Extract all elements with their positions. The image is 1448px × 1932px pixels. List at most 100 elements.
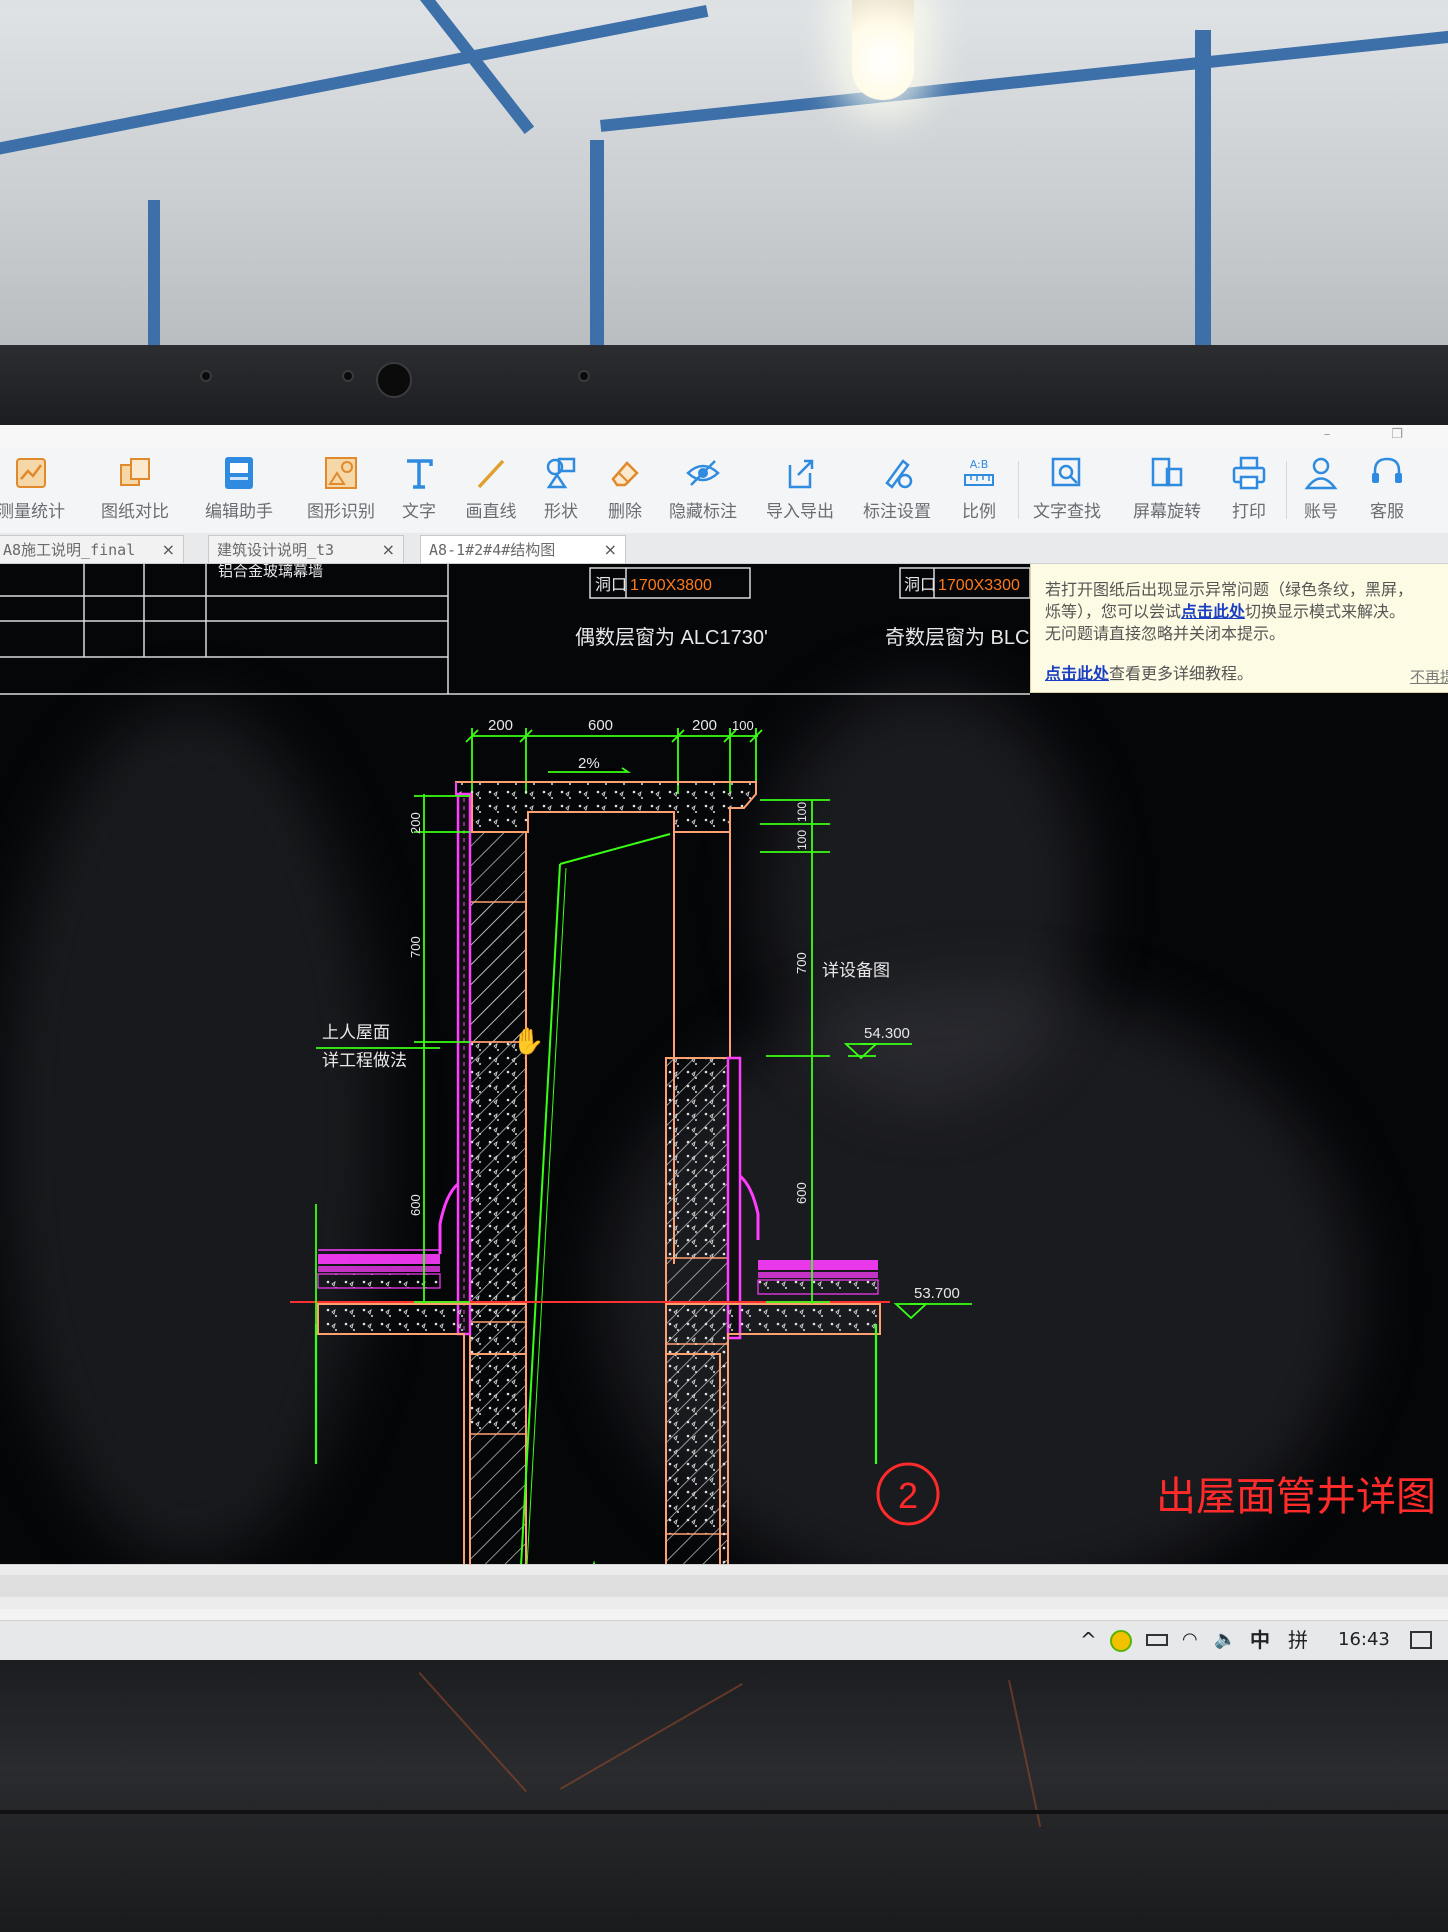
clock[interactable]: 16:43 xyxy=(1338,1627,1390,1653)
screen-rotate-button[interactable]: 屏幕旋转 xyxy=(1124,453,1210,531)
dimension-text: 700 xyxy=(794,952,809,974)
opening-label: 洞口 xyxy=(904,575,936,594)
webcam-icon xyxy=(376,362,412,398)
tab-label: A8施工说明_final xyxy=(3,541,136,559)
screen-rotate-icon xyxy=(1151,457,1183,487)
scrollbar-thumb[interactable] xyxy=(0,1575,1448,1597)
ceiling-lamp xyxy=(852,0,914,100)
main-toolbar: 测量统计 图纸对比 编辑助手 图形识别 文字 画直线 形状 删除 隐藏标注 导入… xyxy=(0,447,1448,533)
compare-button[interactable]: 图纸对比 xyxy=(92,453,178,531)
lower-walls xyxy=(314,1324,878,1564)
roof-cap xyxy=(455,781,757,833)
roof-layers-left xyxy=(317,1249,441,1289)
equipment-note: 详设备图 xyxy=(822,961,890,981)
dimension-text: 600 xyxy=(588,717,613,734)
tab-construction-notes[interactable]: A8施工说明_final × xyxy=(0,535,184,563)
window-label: 偶数层窗为 ALC1730' xyxy=(575,626,768,649)
edit-assistant-button[interactable]: 编辑助手 xyxy=(196,453,282,531)
toolbar-label: 比例 xyxy=(962,502,996,522)
chevron-up-icon[interactable]: ^ xyxy=(1080,1627,1097,1653)
notification-icon[interactable] xyxy=(1410,1631,1432,1649)
roof-layers-right xyxy=(757,1260,879,1295)
display-notice: 若打开图纸后出现显示异常问题（绿色条纹，黑屏， 烁等），您可以尝试点击此处切换显… xyxy=(1030,564,1448,693)
shape-icon xyxy=(546,457,576,489)
ime-language[interactable]: 中 xyxy=(1250,1627,1270,1653)
left-wall xyxy=(438,792,527,1564)
tab-architecture-notes[interactable]: 建筑设计说明_t3 × xyxy=(208,535,404,563)
ime-mode[interactable]: 拼 xyxy=(1288,1627,1308,1653)
screen: – ❐ 测量统计 图纸对比 编辑助手 图形识别 文字 画直线 形状 删除 隐藏标… xyxy=(0,425,1448,1660)
import-export-icon xyxy=(788,459,814,489)
support-button[interactable]: 客服 xyxy=(1344,453,1430,531)
toolbar-label: 图纸对比 xyxy=(101,502,169,522)
annotation-settings-button[interactable]: 标注设置 xyxy=(854,453,940,531)
table-text: 铝合金玻璃幕墙 xyxy=(218,564,323,580)
text-search-button[interactable]: 文字查找 xyxy=(1024,453,1110,531)
maximize-icon[interactable]: ❐ xyxy=(1388,427,1406,443)
notice-text: 若打开图纸后出现显示异常问题（绿色条纹，黑屏， xyxy=(1045,580,1414,599)
sensor-dot xyxy=(200,370,212,382)
tab-structure-drawing[interactable]: A8-1#2#4#结构图 × xyxy=(420,535,626,563)
detail-title: 出屋面管井详图 1:20 xyxy=(1156,1474,1448,1520)
notice-text: 烁等），您可以尝试点击此处切换显示模式来解决。 xyxy=(1045,602,1406,621)
support-icon xyxy=(1372,457,1402,483)
document-tabs: A8施工说明_final × 建筑设计说明_t3 × A8-1#2#4#结构图 … xyxy=(0,533,1448,564)
notice-text: 无问题请直接忽略并关闭本提示。 xyxy=(1045,624,1286,643)
floor-slab xyxy=(290,1301,890,1564)
right-wall xyxy=(665,812,760,1564)
shape-recognition-button[interactable]: 图形识别 xyxy=(298,453,384,531)
dismiss-link[interactable]: 不再提 xyxy=(1410,666,1448,687)
delete-button[interactable]: 删除 xyxy=(582,453,668,531)
dimension-right xyxy=(760,799,972,1320)
taskbar: ^ ◠ 🔈 中 拼 16:43 xyxy=(0,1620,1448,1660)
annotation-settings-icon xyxy=(885,459,913,489)
close-icon[interactable]: × xyxy=(382,536,395,564)
toolbar-label: 隐藏标注 xyxy=(669,502,737,522)
toolbar-label: 屏幕旋转 xyxy=(1133,502,1201,522)
toolbar-label: 删除 xyxy=(608,502,642,522)
compare-icon xyxy=(120,458,150,486)
tutorial-link[interactable]: 点击此处 xyxy=(1045,664,1109,683)
monitor-bezel-top xyxy=(0,345,1448,427)
close-icon[interactable]: × xyxy=(604,536,617,564)
dimension-text: 200 xyxy=(488,717,513,734)
tab-label: A8-1#2#4#结构图 xyxy=(429,541,556,559)
drawing-canvas[interactable]: 铝合金玻璃幕墙 洞口 1700X3800 偶数层窗为 ALC1730' 洞口 1… xyxy=(0,564,1448,1564)
switch-mode-link[interactable]: 点击此处 xyxy=(1181,602,1245,621)
svg-text:A:B: A:B xyxy=(970,458,989,471)
hide-annotation-icon xyxy=(686,460,720,486)
bezel-reflection xyxy=(560,1683,743,1790)
scale-button[interactable]: A:B 比例 xyxy=(936,453,1022,531)
pipe-line xyxy=(520,833,671,1564)
volume-icon[interactable]: 🔈 xyxy=(1214,1627,1236,1653)
toolbar-label: 文字查找 xyxy=(1033,502,1101,522)
cad-drawing: 铝合金玻璃幕墙 洞口 1700X3800 偶数层窗为 ALC1730' 洞口 1… xyxy=(0,564,1448,1564)
minimize-icon[interactable]: – xyxy=(1318,427,1336,443)
import-export-button[interactable]: 导入导出 xyxy=(757,453,843,531)
print-icon xyxy=(1232,456,1266,490)
dimension-text: 200 xyxy=(692,717,717,734)
dimension-text: 100 xyxy=(795,802,809,822)
toolbar-label: 图形识别 xyxy=(307,502,375,522)
measure-button[interactable]: 测量统计 xyxy=(0,453,74,531)
close-icon[interactable]: × xyxy=(162,536,175,564)
toolbar-divider xyxy=(1018,461,1019,519)
scale-icon: A:B xyxy=(964,458,994,486)
dimension-text: 100 xyxy=(795,830,809,850)
battery-icon[interactable] xyxy=(1146,1634,1168,1646)
slope-text: 2% xyxy=(578,755,600,772)
schedule-table xyxy=(0,564,1031,695)
dimension-text: 100 xyxy=(732,718,754,733)
ceiling-pillar xyxy=(590,140,604,350)
horizontal-scrollbar[interactable] xyxy=(0,1564,1448,1609)
roof-note: 上人屋面 xyxy=(322,1023,390,1043)
dimension-text: 200 xyxy=(408,812,423,834)
dimension-text: 700 xyxy=(408,936,423,958)
hide-annotation-button[interactable]: 隐藏标注 xyxy=(660,453,746,531)
wifi-icon[interactable]: ◠ xyxy=(1182,1627,1198,1653)
dimension-text: 600 xyxy=(408,1194,423,1216)
ceiling-pillar xyxy=(1195,30,1211,350)
security-tray-icon[interactable] xyxy=(1110,1630,1132,1652)
tab-label: 建筑设计说明_t3 xyxy=(217,541,335,559)
text-icon xyxy=(407,459,433,489)
